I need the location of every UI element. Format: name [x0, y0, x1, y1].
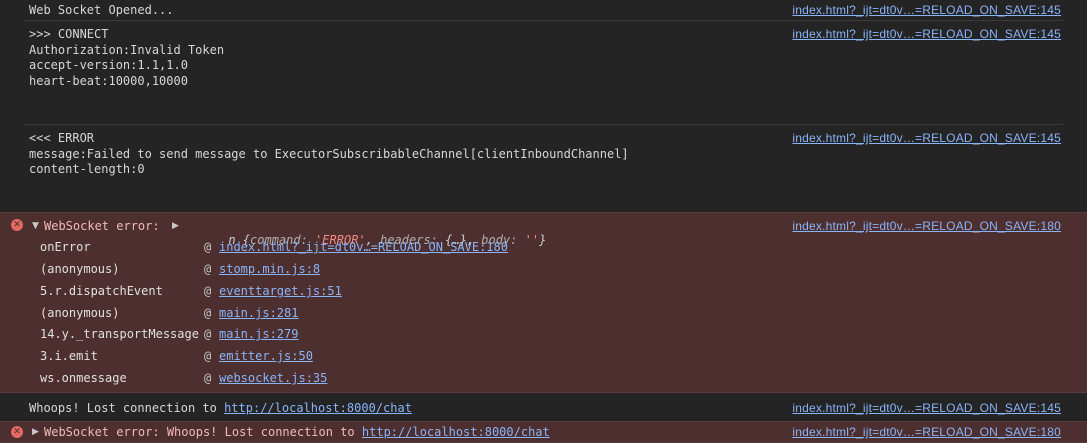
stack-frame-link[interactable]: websocket.js:35	[219, 371, 327, 385]
source-link[interactable]: index.html?_ijt=dt0v…=RELOAD_ON_SAVE:180	[792, 219, 1061, 233]
stack-frame-link[interactable]: eventtarget.js:51	[219, 284, 342, 298]
triangle-collapse-icon[interactable]: ▼	[32, 219, 39, 233]
error-frame-line-1: <<< ERROR	[29, 131, 95, 145]
connect-line-2: Authorization:Invalid Token	[29, 43, 225, 57]
connect-line-1: >>> CONNECT	[29, 27, 109, 41]
stack-frame-fn: onError	[40, 240, 91, 254]
lost-url[interactable]: http://localhost:8000/chat	[224, 401, 412, 415]
message-text: Whoops! Lost connection to http://localh…	[29, 401, 412, 415]
stack-frame-at: @	[204, 284, 212, 298]
stack-frame-fn: 3.i.emit	[40, 349, 98, 363]
stack-frame-fn: (anonymous)	[40, 262, 120, 276]
source-link[interactable]: index.html?_ijt=dt0v…=RELOAD_ON_SAVE:180	[792, 425, 1061, 439]
triangle-expand-icon[interactable]: ▶	[172, 219, 179, 233]
stack-frame-link[interactable]: index.html?_ijt=dt0v…=RELOAD_ON_SAVE:180	[219, 240, 508, 254]
message-text: WebSocket error: Whoops! Lost connection…	[44, 425, 550, 439]
lost-text: Whoops! Lost connection to	[29, 401, 217, 415]
error-label: WebSocket error:	[44, 219, 160, 233]
stack-frame-fn: 14.y._transportMessage	[40, 327, 199, 341]
console-error-ws-expanded: ✕ ▼ WebSocket error: ▶ n {command: 'ERRO…	[0, 212, 1087, 393]
message-text: Web Socket Opened...	[29, 3, 174, 17]
source-link[interactable]: index.html?_ijt=dt0v…=RELOAD_ON_SAVE:145	[792, 3, 1061, 17]
stack-frame-link[interactable]: stomp.min.js:8	[219, 262, 320, 276]
connect-line-3: accept-version:1.1,1.0	[29, 58, 188, 72]
source-link[interactable]: index.html?_ijt=dt0v…=RELOAD_ON_SAVE:145	[792, 401, 1061, 415]
stack-frame-at: @	[204, 327, 212, 341]
stack-frame-at: @	[204, 262, 212, 276]
source-link[interactable]: index.html?_ijt=dt0v…=RELOAD_ON_SAVE:145	[792, 27, 1061, 41]
error-circle-icon: ✕	[11, 219, 23, 231]
stack-frame-at: @	[204, 306, 212, 320]
error-frame-line-2: message:Failed to send message to Execut…	[29, 147, 629, 161]
stack-frame-link[interactable]: main.js:281	[219, 306, 298, 320]
stack-frame-fn: 5.r.dispatchEvent	[40, 284, 163, 298]
collapsed-url[interactable]: http://localhost:8000/chat	[362, 425, 550, 439]
object-suffix: }	[539, 233, 547, 247]
console-message-lost-connection: Whoops! Lost connection to http://localh…	[0, 394, 1087, 421]
console-panel: Web Socket Opened... index.html?_ijt=dt0…	[0, 0, 1087, 443]
value-body: ''	[524, 233, 540, 247]
console-message-connect: >>> CONNECT Authorization:Invalid Token …	[0, 21, 1087, 124]
source-link[interactable]: index.html?_ijt=dt0v…=RELOAD_ON_SAVE:145	[792, 131, 1061, 145]
stack-frame-at: @	[204, 371, 212, 385]
console-error-ws-collapsed: ✕ ▶ WebSocket error: Whoops! Lost connec…	[0, 421, 1087, 443]
stack-frame-fn: ws.onmessage	[40, 371, 127, 385]
stack-frame-at: @	[204, 240, 212, 254]
stack-frame-at: @	[204, 349, 212, 363]
collapsed-text: WebSocket error: Whoops! Lost connection…	[44, 425, 355, 439]
stack-frame-link[interactable]: main.js:279	[219, 327, 298, 341]
error-frame-line-3: content-length:0	[29, 162, 145, 176]
console-message-ws-opened: Web Socket Opened... index.html?_ijt=dt0…	[0, 0, 1087, 20]
connect-line-4: heart-beat:10000,10000	[29, 74, 188, 88]
triangle-expand-icon[interactable]: ▶	[32, 425, 39, 439]
console-message-error-frame: <<< ERROR message:Failed to send message…	[0, 125, 1087, 211]
error-circle-icon: ✕	[11, 426, 23, 438]
stack-frame-link[interactable]: emitter.js:50	[219, 349, 313, 363]
stack-frame-fn: (anonymous)	[40, 306, 120, 320]
